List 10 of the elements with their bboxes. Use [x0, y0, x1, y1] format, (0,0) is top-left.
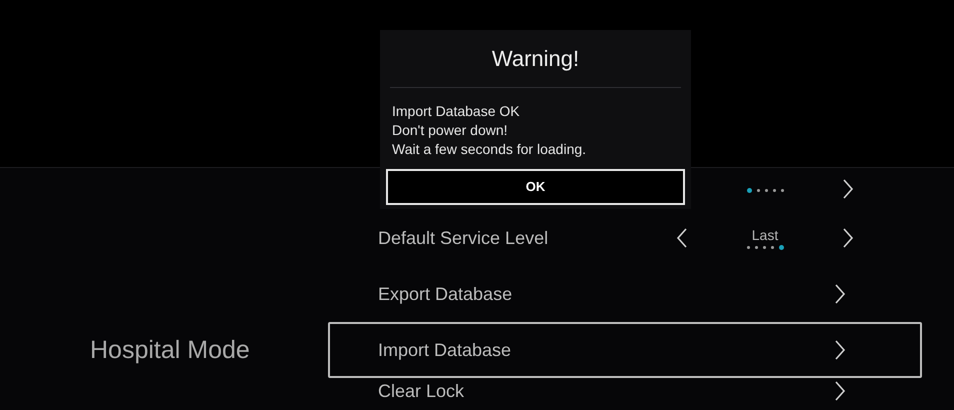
- dialog-message: Import Database OK: [392, 102, 521, 121]
- dialog-title: Warning!: [390, 30, 681, 88]
- value-label: Last: [752, 226, 778, 242]
- section-title: Hospital Mode: [90, 336, 250, 364]
- row-label: Import Database: [378, 339, 512, 361]
- row-label: Default Service Level: [378, 227, 550, 249]
- row-label: Export Database: [378, 283, 514, 305]
- dialog-message: Don't power down!: [392, 121, 509, 140]
- row-label: Clear Lock: [378, 380, 466, 402]
- dialog-message: Wait a few seconds for loading.: [392, 140, 588, 159]
